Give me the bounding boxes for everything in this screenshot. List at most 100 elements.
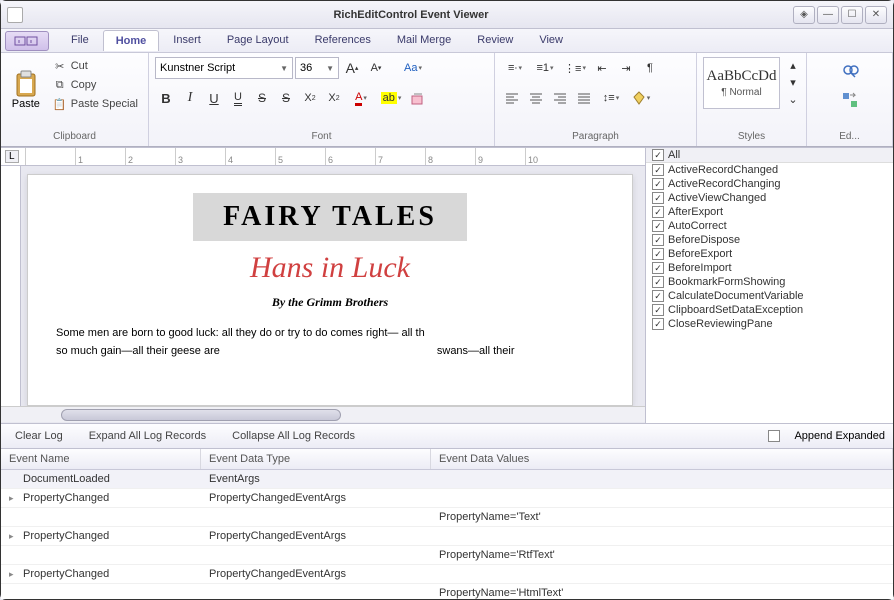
highlight-button[interactable]: ab▾ [377, 87, 405, 109]
align-center-button[interactable] [525, 87, 547, 109]
double-strike-button[interactable]: S [275, 87, 297, 109]
paragraph-group-label: Paragraph [501, 129, 690, 142]
expand-icon[interactable]: ▸ [9, 569, 19, 580]
log-row[interactable]: PropertyName='Text' [1, 508, 893, 527]
double-underline-button[interactable]: U [227, 87, 249, 109]
minimize-button[interactable]: — [817, 6, 839, 24]
font-color-button[interactable]: A▾ [347, 87, 375, 109]
shading-button[interactable]: ▾ [627, 87, 655, 109]
event-checkbox-BookmarkFormShowing[interactable]: ✓BookmarkFormShowing [646, 275, 893, 289]
log-row[interactable]: PropertyName='HtmlText' [1, 584, 893, 599]
decrease-indent-button[interactable]: ⇤ [591, 57, 613, 79]
tab-home[interactable]: Home [103, 30, 160, 51]
document-page[interactable]: FAIRY TALES Hans in Luck By the Grimm Br… [27, 174, 633, 406]
vertical-ruler[interactable] [1, 166, 21, 406]
change-case-button[interactable]: Aa▾ [397, 57, 429, 79]
style-more-button[interactable]: ⌄ [786, 91, 800, 107]
expand-icon[interactable]: ▸ [9, 493, 19, 504]
find-button[interactable] [839, 61, 861, 83]
horizontal-scrollbar[interactable] [1, 406, 645, 422]
log-header-name[interactable]: Event Name [1, 449, 201, 469]
event-checkbox-BeforeDispose[interactable]: ✓BeforeDispose [646, 233, 893, 247]
increase-indent-button[interactable]: ⇥ [615, 57, 637, 79]
scrollbar-thumb[interactable] [61, 409, 341, 421]
justify-button[interactable] [573, 87, 595, 109]
event-checkbox-CalculateDocumentVariable[interactable]: ✓CalculateDocumentVariable [646, 289, 893, 303]
event-checkbox-AfterExport[interactable]: ✓AfterExport [646, 205, 893, 219]
paste-label: Paste [12, 98, 40, 110]
close-button[interactable]: ✕ [865, 6, 887, 24]
document-pane: 12345678910 FAIRY TALES Hans in Luck By … [1, 148, 645, 423]
superscript-button[interactable]: X2 [299, 87, 321, 109]
tab-references[interactable]: References [303, 30, 383, 51]
event-checkbox-BeforeImport[interactable]: ✓BeforeImport [646, 261, 893, 275]
multilevel-button[interactable]: ⋮≡▾ [561, 57, 589, 79]
help-icon[interactable]: ◈ [793, 6, 815, 24]
show-marks-button[interactable]: ¶ [639, 57, 661, 79]
log-row[interactable]: PropertyName='RtfText' [1, 546, 893, 565]
expand-all-button[interactable]: Expand All Log Records [83, 427, 212, 445]
clear-format-button[interactable] [407, 87, 429, 109]
log-row[interactable]: ▸PropertyChangedPropertyChangedEventArgs [1, 527, 893, 546]
doc-body: Some men are born to good luck: all they… [56, 324, 604, 360]
app-menu-button[interactable] [5, 31, 49, 51]
numbering-button[interactable]: ≡1▾ [531, 57, 559, 79]
style-down-button[interactable]: ▾ [786, 74, 800, 90]
log-grid: Event Name Event Data Type Event Data Va… [1, 449, 893, 599]
bold-button[interactable]: B [155, 87, 177, 109]
checkbox-icon: ✓ [652, 318, 664, 330]
checkbox-icon: ✓ [652, 192, 664, 204]
style-up-button[interactable]: ▴ [786, 57, 800, 73]
event-checkbox-CloseReviewingPane[interactable]: ✓CloseReviewingPane [646, 317, 893, 331]
collapse-all-button[interactable]: Collapse All Log Records [226, 427, 361, 445]
append-expanded-checkbox[interactable] [768, 430, 780, 442]
events-all-checkbox[interactable]: ✓ All [646, 148, 893, 163]
ribbon: Paste ✂Cut ⧉Copy 📋Paste Special Clipboar… [1, 53, 893, 147]
paste-special-button[interactable]: 📋Paste Special [49, 95, 142, 113]
checkbox-icon: ✓ [652, 178, 664, 190]
app-icon [7, 7, 23, 23]
align-right-button[interactable] [549, 87, 571, 109]
shrink-font-button[interactable]: A▾ [365, 57, 387, 79]
copy-button[interactable]: ⧉Copy [49, 76, 142, 94]
tab-page-layout[interactable]: Page Layout [215, 30, 301, 51]
expand-icon[interactable]: ▸ [9, 531, 19, 542]
grow-font-button[interactable]: A▴ [341, 57, 363, 79]
event-checkbox-AutoCorrect[interactable]: ✓AutoCorrect [646, 219, 893, 233]
checkbox-icon: ✓ [652, 234, 664, 246]
tab-view[interactable]: View [527, 30, 575, 51]
tab-insert[interactable]: Insert [161, 30, 213, 51]
paste-button[interactable]: Paste [7, 57, 45, 123]
clear-log-button[interactable]: Clear Log [9, 427, 69, 445]
align-left-button[interactable] [501, 87, 523, 109]
checkbox-icon: ✓ [652, 262, 664, 274]
style-gallery[interactable]: AaBbCcDd ¶ Normal [703, 57, 780, 109]
event-checkbox-BeforeExport[interactable]: ✓BeforeExport [646, 247, 893, 261]
log-header-type[interactable]: Event Data Type [201, 449, 431, 469]
font-size-combo[interactable]: 36▼ [295, 57, 339, 79]
underline-button[interactable]: U [203, 87, 225, 109]
log-row[interactable]: ▸PropertyChangedPropertyChangedEventArgs [1, 565, 893, 584]
checkbox-icon: ✓ [652, 220, 664, 232]
font-name-combo[interactable]: Kunstner Script▼ [155, 57, 293, 79]
horizontal-ruler[interactable]: 12345678910 [1, 148, 645, 166]
strike-button[interactable]: S [251, 87, 273, 109]
tab-mail-merge[interactable]: Mail Merge [385, 30, 463, 51]
log-row[interactable]: ▸PropertyChangedPropertyChangedEventArgs [1, 489, 893, 508]
tab-review[interactable]: Review [465, 30, 525, 51]
replace-button[interactable] [839, 89, 861, 111]
maximize-button[interactable]: ☐ [841, 6, 863, 24]
tab-file[interactable]: File [59, 30, 101, 51]
subscript-button[interactable]: X2 [323, 87, 345, 109]
event-checkbox-ActiveViewChanged[interactable]: ✓ActiveViewChanged [646, 191, 893, 205]
event-checkbox-ActiveRecordChanged[interactable]: ✓ActiveRecordChanged [646, 163, 893, 177]
event-checkbox-ActiveRecordChanging[interactable]: ✓ActiveRecordChanging [646, 177, 893, 191]
event-checkbox-ClipboardSetDataException[interactable]: ✓ClipboardSetDataException [646, 303, 893, 317]
checkbox-icon: ✓ [652, 206, 664, 218]
log-header-values[interactable]: Event Data Values [431, 449, 893, 469]
italic-button[interactable]: I [179, 87, 201, 109]
bullets-button[interactable]: ≡∙▾ [501, 57, 529, 79]
cut-button[interactable]: ✂Cut [49, 57, 142, 75]
line-spacing-button[interactable]: ↕≡▾ [597, 87, 625, 109]
log-row[interactable]: DocumentLoadedEventArgs [1, 470, 893, 489]
